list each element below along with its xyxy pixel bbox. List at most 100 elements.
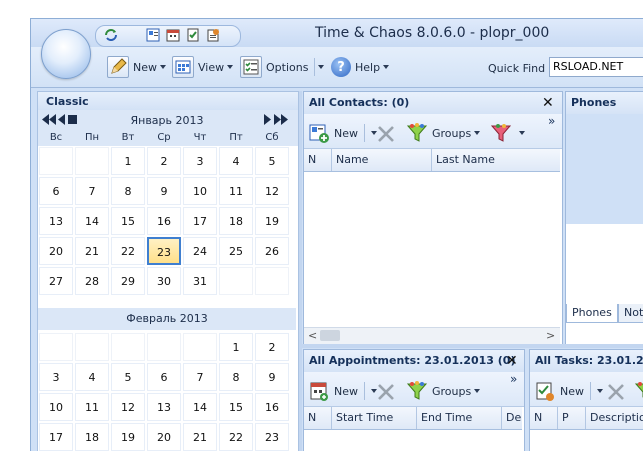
toolbar-overflow-icon[interactable]: » [548,114,555,128]
delete-icon[interactable] [606,382,626,402]
contacts-groups-button[interactable]: Groups [406,122,481,144]
column-start-time[interactable]: Start Time [332,407,417,429]
horizontal-splitter[interactable] [302,344,643,348]
calendar-day[interactable]: 12 [255,177,289,205]
new-button[interactable]: New [107,56,166,78]
calendar-day[interactable]: 22 [219,423,253,451]
tab-notes[interactable]: Not [618,304,643,323]
calendar-day[interactable]: 12 [111,393,145,421]
column-name[interactable]: Name [332,149,432,171]
calendar-day[interactable]: 8 [219,363,253,391]
notes-icon[interactable] [206,28,220,42]
tasks-new-dropdown[interactable] [590,382,603,400]
calendar-day[interactable]: 13 [39,207,73,235]
calendar-day[interactable]: 19 [255,207,289,235]
calendar-day[interactable]: 21 [75,237,109,265]
calendar-day[interactable]: 7 [75,177,109,205]
options-dropdown[interactable] [314,58,325,76]
calendar-day[interactable]: 18 [219,207,253,235]
options-button[interactable]: Options [240,56,325,78]
calendar-day[interactable]: 2 [147,147,181,175]
calendar-day[interactable]: 5 [111,363,145,391]
calendar-day[interactable]: 15 [111,207,145,235]
column-description[interactable]: De [502,407,522,429]
next-month-icon[interactable] [264,114,271,125]
calendar-day[interactable]: 5 [255,147,289,175]
calendar-day[interactable]: 10 [183,177,217,205]
application-menu-button[interactable] [41,29,91,79]
next-year-icon[interactable] [274,114,288,125]
calendar-day[interactable]: 8 [111,177,145,205]
calendar-day[interactable]: 1 [219,333,253,361]
contacts-new-button[interactable]: New [308,122,377,144]
calendar-day[interactable]: 7 [183,363,217,391]
calendar-day[interactable]: 4 [75,363,109,391]
calendar-day[interactable]: 26 [255,237,289,265]
calendar-day[interactable]: 24 [183,237,217,265]
appointments-groups-button[interactable]: Groups [406,380,481,402]
calendar-day[interactable]: 29 [111,267,145,295]
calendar-day[interactable]: 14 [183,393,217,421]
calendar-day[interactable]: 30 [147,267,181,295]
tab-phones[interactable]: Phones [566,304,618,323]
calendar-day[interactable]: 1 [111,147,145,175]
calendar-day[interactable]: 2 [255,333,289,361]
calendar-day[interactable]: 16 [147,207,181,235]
vertical-splitter[interactable] [299,91,302,451]
calendar-day[interactable]: 25 [219,237,253,265]
calendar-day[interactable]: 10 [39,393,73,421]
calendar-day[interactable]: 15 [219,393,253,421]
calendar-day[interactable]: 23 [147,237,181,265]
calendar-day[interactable]: 21 [183,423,217,451]
column-priority[interactable]: P [558,407,586,429]
column-n[interactable]: N [304,149,332,171]
tasks-icon[interactable] [186,28,200,42]
calendar-day[interactable]: 17 [39,423,73,451]
calendar-day[interactable]: 16 [255,393,289,421]
delete-icon[interactable] [376,124,396,144]
calendar-day[interactable]: 13 [147,393,181,421]
column-n[interactable]: N [304,407,332,429]
calendar-icon[interactable] [166,28,180,42]
calendar-day[interactable]: 11 [75,393,109,421]
help-button[interactable]: ? Help [331,56,390,78]
appointments-new-button[interactable]: New [308,380,377,402]
column-end-time[interactable]: End Time [417,407,502,429]
sync-icon[interactable] [104,28,118,42]
filter-funnel-icon[interactable] [634,380,643,402]
view-button[interactable]: View [172,56,234,78]
toolbar-overflow-icon[interactable]: » [510,372,517,386]
calendar-day[interactable]: 23 [255,423,289,451]
calendar-day[interactable]: 3 [39,363,73,391]
contacts-horizontal-scrollbar[interactable]: < > [304,327,560,344]
calendar-day[interactable]: 4 [219,147,253,175]
scroll-left-icon[interactable]: < [308,329,317,342]
close-icon[interactable]: ✕ [542,92,554,114]
column-description[interactable]: Descriptio [586,407,643,429]
column-last-name[interactable]: Last Name [432,149,560,171]
calendar-day[interactable]: 28 [75,267,109,295]
scroll-right-icon[interactable]: > [546,329,555,342]
quick-find-input[interactable]: RSLOAD.NET [549,57,643,77]
delete-icon[interactable] [376,382,396,402]
calendar-day[interactable]: 9 [255,363,289,391]
calendar-day[interactable]: 11 [219,177,253,205]
calendar-day[interactable]: 19 [111,423,145,451]
column-n[interactable]: N [530,407,558,429]
calendar-day[interactable]: 6 [147,363,181,391]
contacts-icon[interactable] [146,28,160,42]
calendar-day[interactable]: 27 [39,267,73,295]
calendar-day[interactable]: 31 [183,267,217,295]
tasks-new-button[interactable]: New [534,380,603,402]
calendar-day[interactable]: 20 [39,237,73,265]
calendar-day[interactable]: 6 [39,177,73,205]
scroll-thumb[interactable] [320,330,340,341]
calendar-day[interactable]: 9 [147,177,181,205]
calendar-day[interactable]: 17 [183,207,217,235]
calendar-day[interactable]: 14 [75,207,109,235]
calendar-day[interactable]: 18 [75,423,109,451]
contacts-filter-button[interactable] [490,122,525,144]
close-icon[interactable]: ✕ [506,350,518,372]
calendar-day[interactable]: 22 [111,237,145,265]
calendar-day[interactable]: 20 [147,423,181,451]
